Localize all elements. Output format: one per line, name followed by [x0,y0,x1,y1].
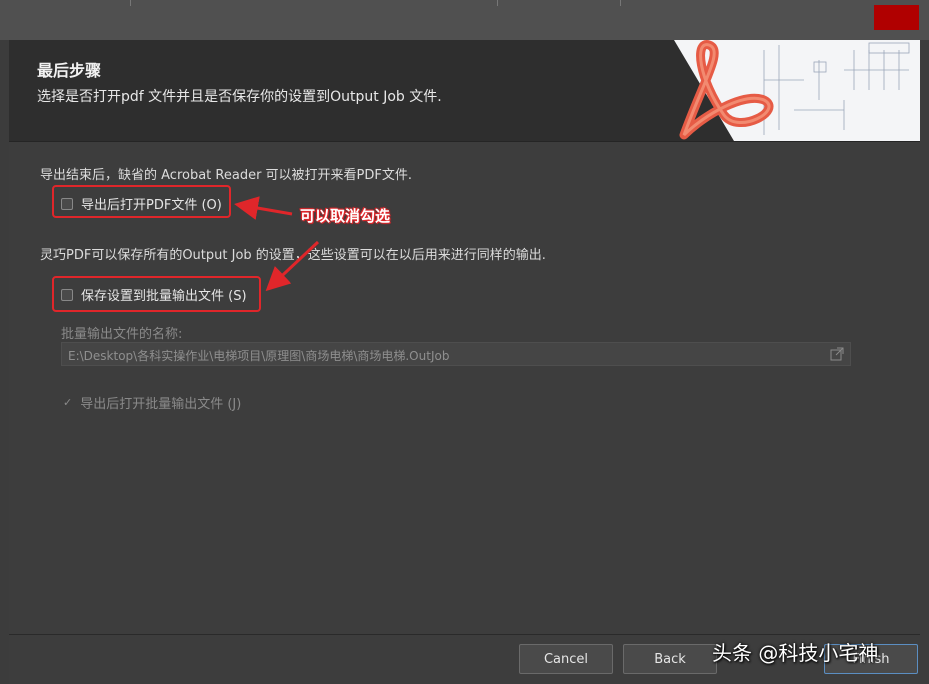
browse-path-icon[interactable] [830,347,844,361]
batch-file-name-label: 批量输出文件的名称: [61,327,183,342]
wizard-header: 最后步骤 选择是否打开pdf 文件并且是否保存你的设置到Output Job 文… [9,40,920,142]
annotation-text: 可以取消勾选 [300,207,391,225]
open-pdf-description: 导出结束后，缺省的 Acrobat Reader 可以被打开来看PDF文件. [40,168,413,183]
open-batch-checkbox-row[interactable]: ✓ 导出后打开批量输出文件 (J) [63,393,241,412]
cancel-button[interactable]: Cancel [519,644,613,674]
page-subtitle: 选择是否打开pdf 文件并且是否保存你的设置到Output Job 文件. [37,89,442,105]
open-pdf-checkbox[interactable] [61,197,73,210]
window-close-area[interactable] [874,5,919,30]
titlebar-divider [130,0,131,6]
titlebar-divider [497,0,498,6]
acrobat-logo-icon [644,40,920,141]
save-settings-description: 灵巧PDF可以保存所有的Output Job 的设置，这些设置可以在以后用来进行… [40,248,546,263]
background-titlebar [0,0,929,40]
back-button[interactable]: Back [623,644,717,674]
watermark: 头条 @科技小宅神 [712,641,879,665]
open-batch-label: 导出后打开批量输出文件 (J) [80,397,242,412]
open-pdf-checkbox-row[interactable]: 导出后打开PDF文件 (O) [61,194,222,213]
save-settings-checkbox[interactable] [61,288,73,301]
save-settings-checkbox-row[interactable]: 保存设置到批量输出文件 (S) [61,285,247,304]
check-icon[interactable]: ✓ [63,396,72,409]
save-settings-label: 保存设置到批量输出文件 (S) [81,289,247,304]
page-title: 最后步骤 [37,61,102,80]
titlebar-divider [620,0,621,6]
batch-file-path-value: E:\Desktop\各科实操作业\电梯项目\原理图\商场电梯\商场电梯.Out… [68,349,450,363]
open-pdf-label: 导出后打开PDF文件 (O) [81,198,222,213]
export-wizard-dialog: 最后步骤 选择是否打开pdf 文件并且是否保存你的设置到Output Job 文… [9,40,920,684]
footer-divider [9,634,920,635]
batch-file-path-input[interactable]: E:\Desktop\各科实操作业\电梯项目\原理图\商场电梯\商场电梯.Out… [61,342,851,366]
